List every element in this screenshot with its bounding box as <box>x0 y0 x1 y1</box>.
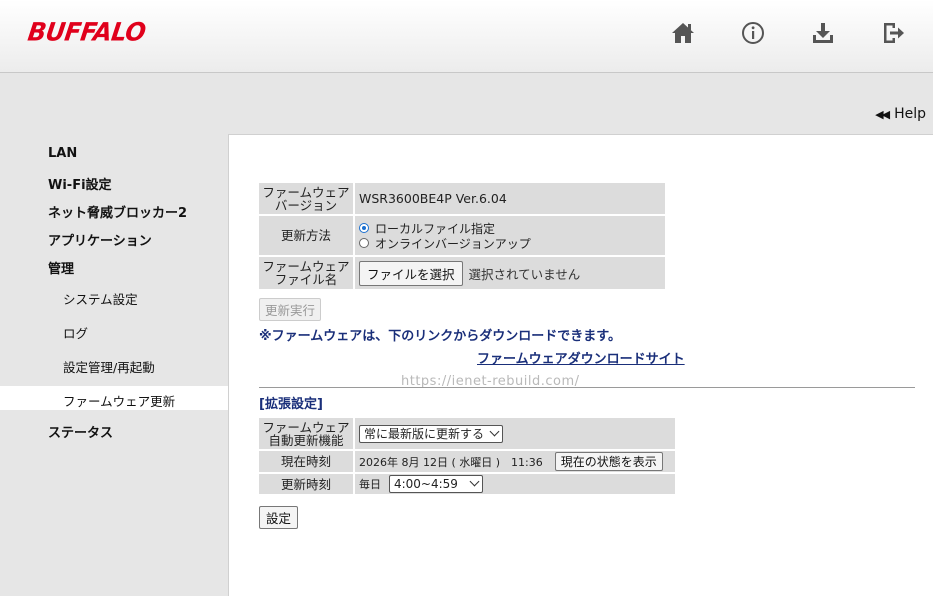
download-icon[interactable] <box>810 20 836 46</box>
sidebar-item-wifi[interactable]: Wi-Fi設定 <box>48 174 112 193</box>
show-status-button[interactable]: 現在の状態を表示 <box>554 452 663 471</box>
sidebar-subitem-config-reboot[interactable]: 設定管理/再起動 <box>63 357 155 376</box>
buffalo-logo: BUFFALO <box>25 17 148 47</box>
update-time-prefix: 毎日 <box>359 478 381 491</box>
sidebar-item-admin[interactable]: 管理 <box>48 258 74 277</box>
help-link[interactable]: ◀◀ Help <box>875 106 926 122</box>
extended-form-table: ファームウェア 自動更新機能 常に最新版に更新する 現在時刻 2026年 8月 1… <box>257 416 677 496</box>
save-settings-button[interactable]: 設定 <box>259 506 299 529</box>
extended-settings-title: [拡張設定] <box>259 397 323 412</box>
current-time-label: 現在時刻 <box>259 451 353 472</box>
divider <box>259 387 915 388</box>
chevron-down-icon <box>489 426 500 436</box>
file-picker: ファイルを選択 選択されていません <box>355 257 665 289</box>
firmware-download-link[interactable]: ファームウェアダウンロードサイト <box>477 348 685 367</box>
sidebar-item-threat-blocker[interactable]: ネット脅威ブロッカー2 <box>48 202 187 221</box>
home-icon[interactable] <box>670 20 696 46</box>
auto-update-select[interactable]: 常に最新版に更新する <box>359 424 504 443</box>
sidebar-subitem-log[interactable]: ログ <box>63 323 88 342</box>
version-value: WSR3600BE4P Ver.6.04 <box>355 183 665 214</box>
help-label: Help <box>894 106 926 122</box>
double-chevron-left-icon: ◀◀ <box>875 108 890 121</box>
auto-update-cell: 常に最新版に更新する <box>355 418 675 449</box>
file-status: 選択されていません <box>468 266 581 282</box>
sidebar-subitem-firmware[interactable]: ファームウェア更新 <box>63 391 175 410</box>
sidebar-item-application[interactable]: アプリケーション <box>48 230 152 249</box>
sidebar-item-status[interactable]: ステータス <box>48 422 113 441</box>
auto-update-label: ファームウェア 自動更新機能 <box>259 418 353 449</box>
execute-update-button[interactable]: 更新実行 <box>259 298 322 321</box>
current-time-cell: 2026年 8月 12日 ( 水曜日 ) 11:36 現在の状態を表示 <box>355 451 675 472</box>
sidebar-item-lan[interactable]: LAN <box>48 146 77 161</box>
radio-selected-icon[interactable] <box>359 223 369 233</box>
current-time-value: 2026年 8月 12日 ( 水曜日 ) 11:36 <box>359 456 543 469</box>
update-time-cell: 毎日 4:00~4:59 <box>355 474 675 494</box>
update-time-select[interactable]: 4:00~4:59 <box>388 475 483 493</box>
main-panel: ファームウェア バージョン WSR3600BE4P Ver.6.04 更新方法 ロ… <box>228 134 933 596</box>
radio-unselected-icon[interactable] <box>359 238 369 248</box>
file-label: ファームウェア ファイル名 <box>259 257 353 289</box>
method-options: ローカルファイル指定 オンラインバージョンアップ <box>355 216 665 255</box>
sidebar-subitem-system[interactable]: システム設定 <box>63 289 138 308</box>
radio-local-file[interactable]: ローカルファイル指定 <box>359 221 665 236</box>
info-icon[interactable] <box>740 20 766 46</box>
radio-online-update[interactable]: オンラインバージョンアップ <box>359 236 665 251</box>
version-label: ファームウェア バージョン <box>259 183 353 214</box>
header-bar: BUFFALO <box>0 0 933 73</box>
firmware-form-table: ファームウェア バージョン WSR3600BE4P Ver.6.04 更新方法 ロ… <box>257 181 667 291</box>
logout-icon[interactable] <box>880 20 906 46</box>
chevron-down-icon <box>469 476 480 487</box>
download-note: ※ファームウェアは、下のリンクからダウンロードできます。 <box>259 329 621 344</box>
choose-file-button[interactable]: ファイルを選択 <box>359 260 463 286</box>
update-time-label: 更新時刻 <box>259 474 353 494</box>
method-label: 更新方法 <box>259 216 353 255</box>
